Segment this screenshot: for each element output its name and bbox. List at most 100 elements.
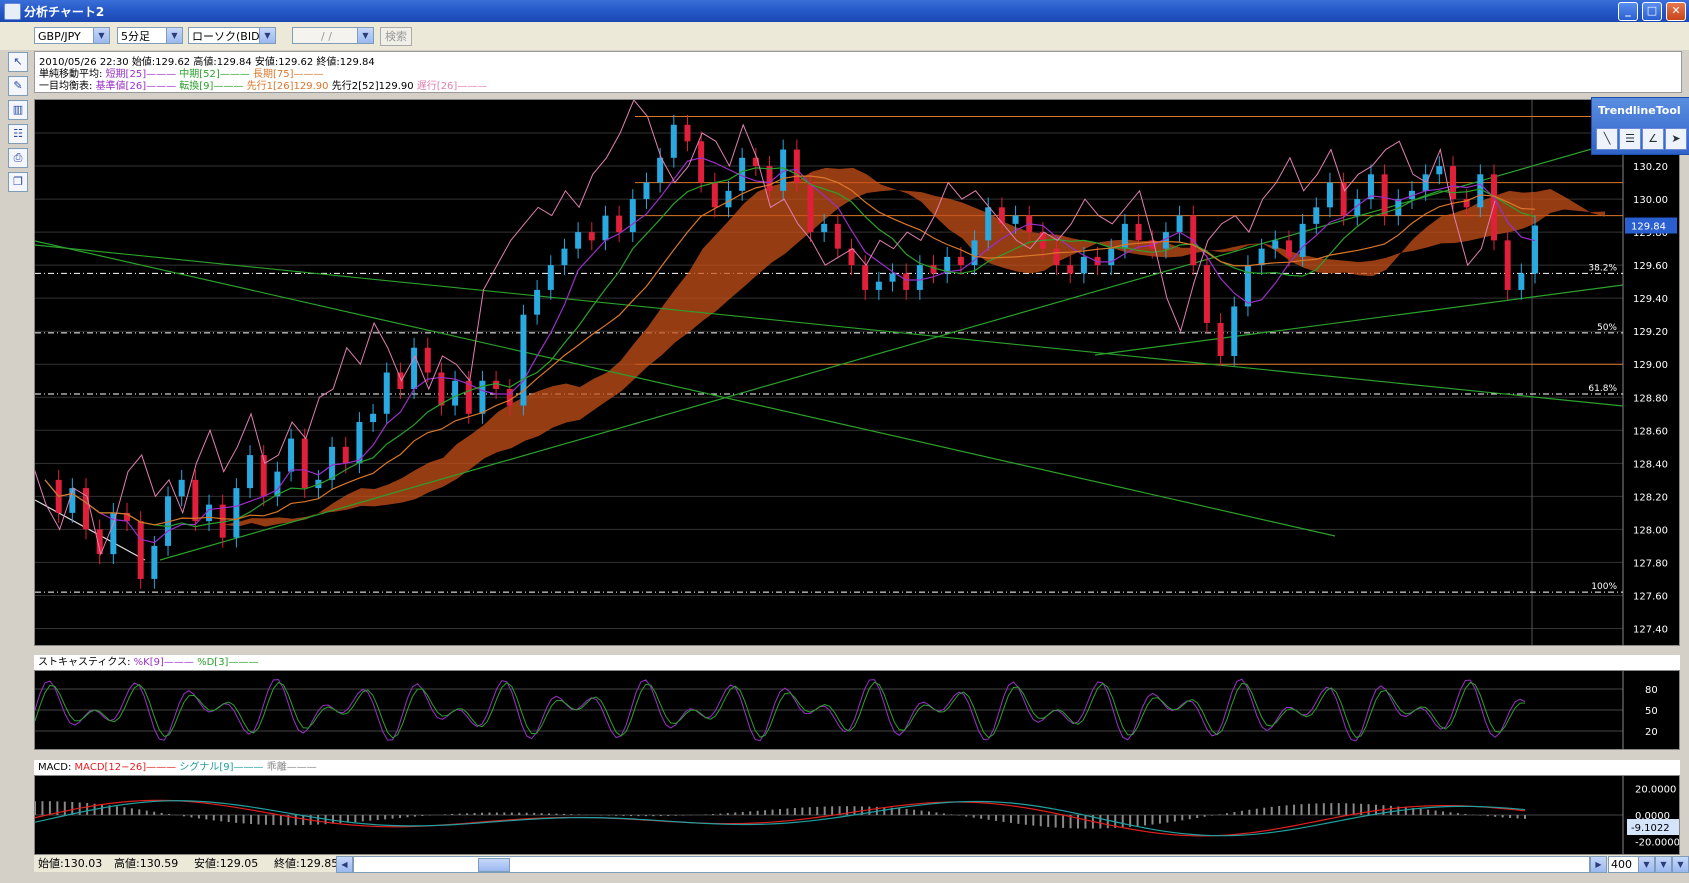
macd-hist-bar xyxy=(1173,815,1176,822)
price-tick-label: 128.60 xyxy=(1633,426,1668,437)
macd-hist-bar xyxy=(421,815,424,816)
macd-hist-bar xyxy=(339,815,342,824)
pointer-icon[interactable]: ➤ xyxy=(1665,128,1687,150)
macd-tick-label: -20.0000 xyxy=(1635,837,1679,848)
trendline-tool-window[interactable]: TrendlineTool ╲ ☰ ∠ ➤ xyxy=(1591,97,1689,155)
macd-hist-bar xyxy=(1151,815,1154,825)
macd-hist-bar xyxy=(41,801,44,815)
candle-body xyxy=(383,372,390,414)
zoom-up-button[interactable]: ▼ xyxy=(1655,856,1672,873)
macd-hist-bar xyxy=(831,806,834,815)
indicator-tool-icon[interactable]: ▥ xyxy=(8,100,28,120)
macd-hist-bar xyxy=(920,810,923,815)
macd-hist-bar xyxy=(369,815,372,821)
macd-hist-bar xyxy=(242,815,245,824)
macd-tick-label: 20.0000 xyxy=(1635,785,1676,796)
macd-hist-bar xyxy=(183,815,185,817)
macd-hist-bar xyxy=(86,803,89,815)
candle-body xyxy=(1449,166,1456,200)
macd-hist-bar xyxy=(272,815,275,826)
timeframe-select-value: 5分足 xyxy=(121,30,150,43)
search-button[interactable]: 検索 xyxy=(380,27,412,46)
macd-hist-bar xyxy=(466,813,469,815)
settings-tool-icon[interactable]: ☷ xyxy=(8,124,28,144)
minimize-button[interactable]: _ xyxy=(1618,2,1638,21)
macd-hist-bar xyxy=(928,811,930,815)
stoch-panel[interactable]: 80 50 20 xyxy=(34,670,1680,750)
chevron-down-icon[interactable]: ▼ xyxy=(259,28,275,43)
macd-hist-bar xyxy=(1188,815,1191,820)
maximize-button[interactable]: □ xyxy=(1642,2,1662,21)
window-title: 分析チャート2 xyxy=(24,5,105,19)
trendline-icon[interactable]: ╲ xyxy=(1596,128,1618,150)
macd-hist-bar xyxy=(950,814,953,815)
macd-hist-bar xyxy=(1404,807,1407,815)
stoch-title: ストキャスティクス: xyxy=(38,657,131,668)
macd-hist-bar xyxy=(562,813,565,815)
macd-hist-bar xyxy=(808,807,811,815)
copy-icon[interactable]: ❐ xyxy=(8,172,28,192)
macd-hist-bar xyxy=(779,809,781,815)
macd-legend: MACD: MACD[12−26]——— シグナル[9]——— 乖離——— xyxy=(34,760,1680,775)
macd-hist-bar xyxy=(801,807,804,815)
macd-hist-bar xyxy=(205,815,208,820)
macd-hist-bar xyxy=(1419,808,1422,815)
candle-body xyxy=(670,124,677,158)
ichimoku-cloud xyxy=(115,167,1605,527)
chevron-down-icon[interactable]: ▼ xyxy=(357,28,373,43)
cursor-tool-icon[interactable]: ↖ xyxy=(8,52,28,72)
macd-hist-bar xyxy=(257,815,260,825)
candle-body xyxy=(1108,248,1115,266)
price-chart-panel[interactable]: 130.40130.20130.00129.80129.60129.40129.… xyxy=(4,99,1680,646)
candle-body xyxy=(493,380,500,390)
chevron-down-icon[interactable]: ▼ xyxy=(93,28,109,43)
candle-body xyxy=(684,124,691,142)
macd-hist-bar xyxy=(495,812,498,815)
price-tick-label: 130.20 xyxy=(1633,162,1668,173)
chevron-down-icon[interactable]: ▼ xyxy=(166,28,182,43)
candle-body xyxy=(629,199,636,233)
fan-icon[interactable]: ∠ xyxy=(1642,128,1664,150)
scroll-left-button[interactable]: ◀ xyxy=(336,856,353,873)
price-tick-label: 128.00 xyxy=(1633,525,1668,536)
macd-hist-bar xyxy=(384,815,387,820)
candle-body xyxy=(1203,265,1210,323)
timeframe-select[interactable]: 5分足 ▼ xyxy=(117,27,183,44)
scrollbar-thumb[interactable] xyxy=(478,858,510,872)
date-input[interactable]: / / ▼ xyxy=(292,27,374,44)
stoch-chart[interactable]: 80 50 20 xyxy=(34,671,1679,749)
pair-select[interactable]: GBP/JPY ▼ xyxy=(34,27,110,44)
scroll-right-button[interactable]: ▶ xyxy=(1590,856,1607,873)
fib-label: 50% xyxy=(1597,323,1617,333)
horizontal-scrollbar[interactable] xyxy=(353,856,1590,873)
macd-hist-bar xyxy=(1330,803,1333,815)
macd-panel[interactable]: 20.0000 0.0000 -20.0000 -9.1022 xyxy=(34,775,1680,855)
bar-count-input[interactable]: 400 xyxy=(1608,856,1640,873)
status-close: 終値:129.85 xyxy=(274,857,339,870)
print-icon[interactable]: ⎙ xyxy=(8,148,28,168)
close-button[interactable]: ✕ xyxy=(1666,2,1686,21)
macd-hist-bar xyxy=(823,806,826,815)
zoom-reset-button[interactable]: ▼ xyxy=(1672,856,1689,873)
price-tick-label: 129.40 xyxy=(1633,294,1668,305)
stoch-legend: ストキャスティクス: %K[9]——— %D[3]——— xyxy=(34,655,1680,670)
macd-chart[interactable]: 20.00000.0000-20.0000-9.1022 xyxy=(34,776,1680,854)
macd-hist-bar xyxy=(652,815,655,817)
macd-hist-bar xyxy=(71,801,74,815)
macd-hist-bar xyxy=(1166,815,1169,823)
macd-hist-bar xyxy=(1032,815,1035,826)
zoom-down-button[interactable]: ▼ xyxy=(1638,856,1655,873)
candle-body xyxy=(288,438,295,472)
fibonacci-icon[interactable]: ☰ xyxy=(1619,128,1641,150)
price-tick-label: 129.20 xyxy=(1633,327,1668,338)
candle-type-select[interactable]: ローソク(BID) ▼ xyxy=(188,27,276,44)
price-tick-label: 130.00 xyxy=(1633,195,1668,206)
candle-type-select-value: ローソク(BID) xyxy=(192,30,264,43)
price-chart[interactable]: 130.40130.20130.00129.80129.60129.40129.… xyxy=(4,99,1679,645)
macd-hist-bar xyxy=(726,813,729,815)
candle-body xyxy=(206,504,213,522)
draw-tool-icon[interactable]: ✎ xyxy=(8,76,28,96)
macd-hist-bar xyxy=(630,815,632,817)
macd-hist-bar xyxy=(1427,809,1430,815)
macd-hist-bar xyxy=(1278,806,1281,815)
